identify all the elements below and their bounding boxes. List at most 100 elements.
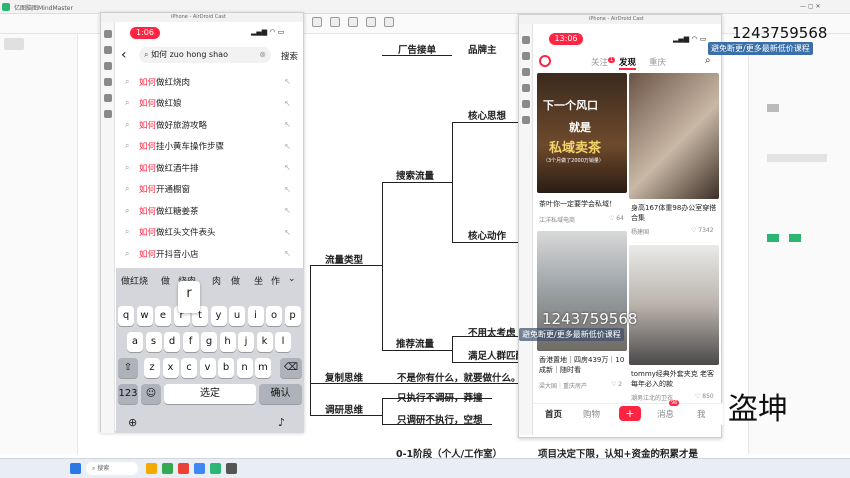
key-d[interactable]: d <box>164 332 180 352</box>
suggestion-item[interactable]: ⌕ 如何 挂小黄车操作步骤 ↖ <box>125 136 295 158</box>
suggestion-item[interactable]: ⌕ 如何 开抖音小店 ↖ <box>125 243 295 265</box>
suggestion-item[interactable]: ⌕ 如何 做红糖姜茶 ↖ <box>125 200 295 222</box>
panel-icon[interactable] <box>767 234 779 242</box>
card-author[interactable]: 潮男江北的卫衣 <box>631 393 673 402</box>
tab-local[interactable]: 重庆 <box>649 56 666 68</box>
node-flow-type[interactable]: 流量类型 <box>325 252 363 266</box>
fill-arrow-icon[interactable]: ↖ <box>284 77 291 86</box>
key-j[interactable]: j <box>238 332 254 352</box>
start-icon[interactable] <box>70 463 81 474</box>
back-icon[interactable] <box>104 62 112 70</box>
clear-icon[interactable]: ⊗ <box>259 47 266 63</box>
card-author[interactable]: 杨建国 <box>631 227 649 236</box>
suggestion-item[interactable]: ⌕ 如何 做好旅游攻略 ↖ <box>125 114 295 136</box>
suggestion-item[interactable]: ⌕ 如何 做红烧肉 ↖ <box>125 71 295 93</box>
node-search-flow[interactable]: 搜索流量 <box>396 168 434 182</box>
key-o[interactable]: o <box>266 306 282 326</box>
menu-icon[interactable] <box>522 84 530 92</box>
back-arrow-icon[interactable]: ‹ <box>121 47 127 63</box>
backspace-key[interactable]: ⌫ <box>280 358 302 378</box>
node-brand[interactable]: 品牌主 <box>468 42 497 56</box>
taskbar-search[interactable]: ⌕ 搜索 <box>86 462 138 475</box>
files-icon[interactable] <box>146 463 157 474</box>
tab-follow[interactable]: 关注 1 <box>591 56 616 68</box>
candidate-word[interactable]: 做 <box>231 274 240 287</box>
key-b[interactable]: b <box>218 358 234 378</box>
key-k[interactable]: k <box>256 332 273 352</box>
fill-arrow-icon[interactable]: ↖ <box>284 163 291 172</box>
key-confirm[interactable]: 确认 <box>259 384 302 404</box>
rotate-icon[interactable] <box>522 116 530 124</box>
key-x[interactable]: x <box>162 358 179 378</box>
window-controls[interactable]: — ▢ ✕ <box>800 3 821 10</box>
card-caption[interactable]: 香港置地｜四房439万｜10成新｜随时看 <box>539 355 627 375</box>
home-icon[interactable] <box>522 52 530 60</box>
key-y[interactable]: y <box>210 306 227 326</box>
node-core-action[interactable]: 核心动作 <box>468 228 506 242</box>
cast-icon[interactable] <box>104 30 112 38</box>
nav-messages[interactable]: 消息 <box>657 408 674 420</box>
key-n[interactable]: n <box>236 358 253 378</box>
nav-shop[interactable]: 购物 <box>583 408 600 420</box>
outline-thumb[interactable] <box>4 38 24 50</box>
key-z[interactable]: z <box>144 358 160 378</box>
card-caption[interactable]: 身高167体重98办公室穿搭合集 <box>631 203 719 223</box>
fill-arrow-icon[interactable]: ↖ <box>284 142 291 151</box>
key-select[interactable]: 选定 <box>164 384 256 404</box>
panel-swatch[interactable] <box>767 154 827 162</box>
toolbar-icon[interactable] <box>348 17 358 27</box>
app-icon[interactable] <box>178 463 189 474</box>
app-logo-icon[interactable] <box>539 55 551 67</box>
volume-icon[interactable] <box>522 100 530 108</box>
suggestion-item[interactable]: ⌕ 如何 做红酒牛排 ↖ <box>125 157 295 179</box>
key-a[interactable]: a <box>127 332 143 352</box>
node-copy-think[interactable]: 复制思维 <box>325 370 363 384</box>
candidate-word[interactable]: 作 <box>271 274 280 287</box>
app-icon[interactable] <box>226 463 237 474</box>
nav-plus-button[interactable]: + <box>619 406 641 421</box>
fill-arrow-icon[interactable]: ↖ <box>284 120 291 129</box>
key-h[interactable]: h <box>219 332 236 352</box>
fill-arrow-icon[interactable]: ↖ <box>284 185 291 194</box>
card-likes[interactable]: ♡ 2 <box>611 381 622 388</box>
fill-arrow-icon[interactable]: ↖ <box>284 99 291 108</box>
key-q[interactable]: q <box>118 306 134 326</box>
key-f[interactable]: f <box>182 332 199 352</box>
key-l[interactable]: l <box>275 332 291 352</box>
key-s[interactable]: s <box>145 332 162 352</box>
suggestion-item[interactable]: ⌕ 如何 做红头文件表头 ↖ <box>125 222 295 244</box>
card-author[interactable]: 梁大国｜重庆房产 <box>539 381 587 390</box>
search-button[interactable]: 搜索 <box>281 50 298 62</box>
nav-home[interactable]: 首页 <box>545 408 562 420</box>
key-i[interactable]: i <box>247 306 264 326</box>
key-c[interactable]: c <box>181 358 197 378</box>
node-rec-flow[interactable]: 推荐流量 <box>396 336 434 350</box>
card-image[interactable]: 下一个风口 就是 私域卖茶 （3个月做了2000万销量） <box>537 73 627 193</box>
home-icon[interactable] <box>104 46 112 54</box>
candidate-word[interactable]: 肉 <box>212 274 221 287</box>
toolbar-icon[interactable] <box>384 17 394 27</box>
expand-candidates-icon[interactable]: ⌄ <box>288 274 296 284</box>
key-p[interactable]: p <box>284 306 301 326</box>
tab-discover[interactable]: 发现 <box>619 56 637 70</box>
toolbar-icon[interactable] <box>330 17 340 27</box>
browser-icon[interactable] <box>162 463 173 474</box>
key-g[interactable]: g <box>201 332 217 352</box>
card-likes[interactable]: ♡ 850 <box>695 393 714 400</box>
key-u[interactable]: u <box>229 306 245 326</box>
card-image[interactable] <box>629 245 719 365</box>
card-likes[interactable]: ♡ 64 <box>609 215 624 222</box>
key-m[interactable]: m <box>255 358 271 378</box>
card-image[interactable] <box>629 73 719 199</box>
cast-icon[interactable] <box>522 36 530 44</box>
nav-me[interactable]: 我 <box>697 408 706 420</box>
globe-icon[interactable]: ⊕ <box>128 416 137 429</box>
app-icon[interactable] <box>194 463 205 474</box>
card-author[interactable]: 江洋私域电商 <box>539 215 575 224</box>
node-core-thought[interactable]: 核心思想 <box>468 108 506 122</box>
card-caption[interactable]: tommy经典外套夹克 老客每年必入的款 <box>631 369 719 389</box>
panel-icon[interactable] <box>767 104 779 112</box>
mic-icon[interactable]: ♪ <box>278 416 285 429</box>
search-input[interactable]: ⌕ 如何 zuo hong shao ⊗ <box>139 47 271 63</box>
shift-key[interactable]: ⇧ <box>118 358 138 378</box>
